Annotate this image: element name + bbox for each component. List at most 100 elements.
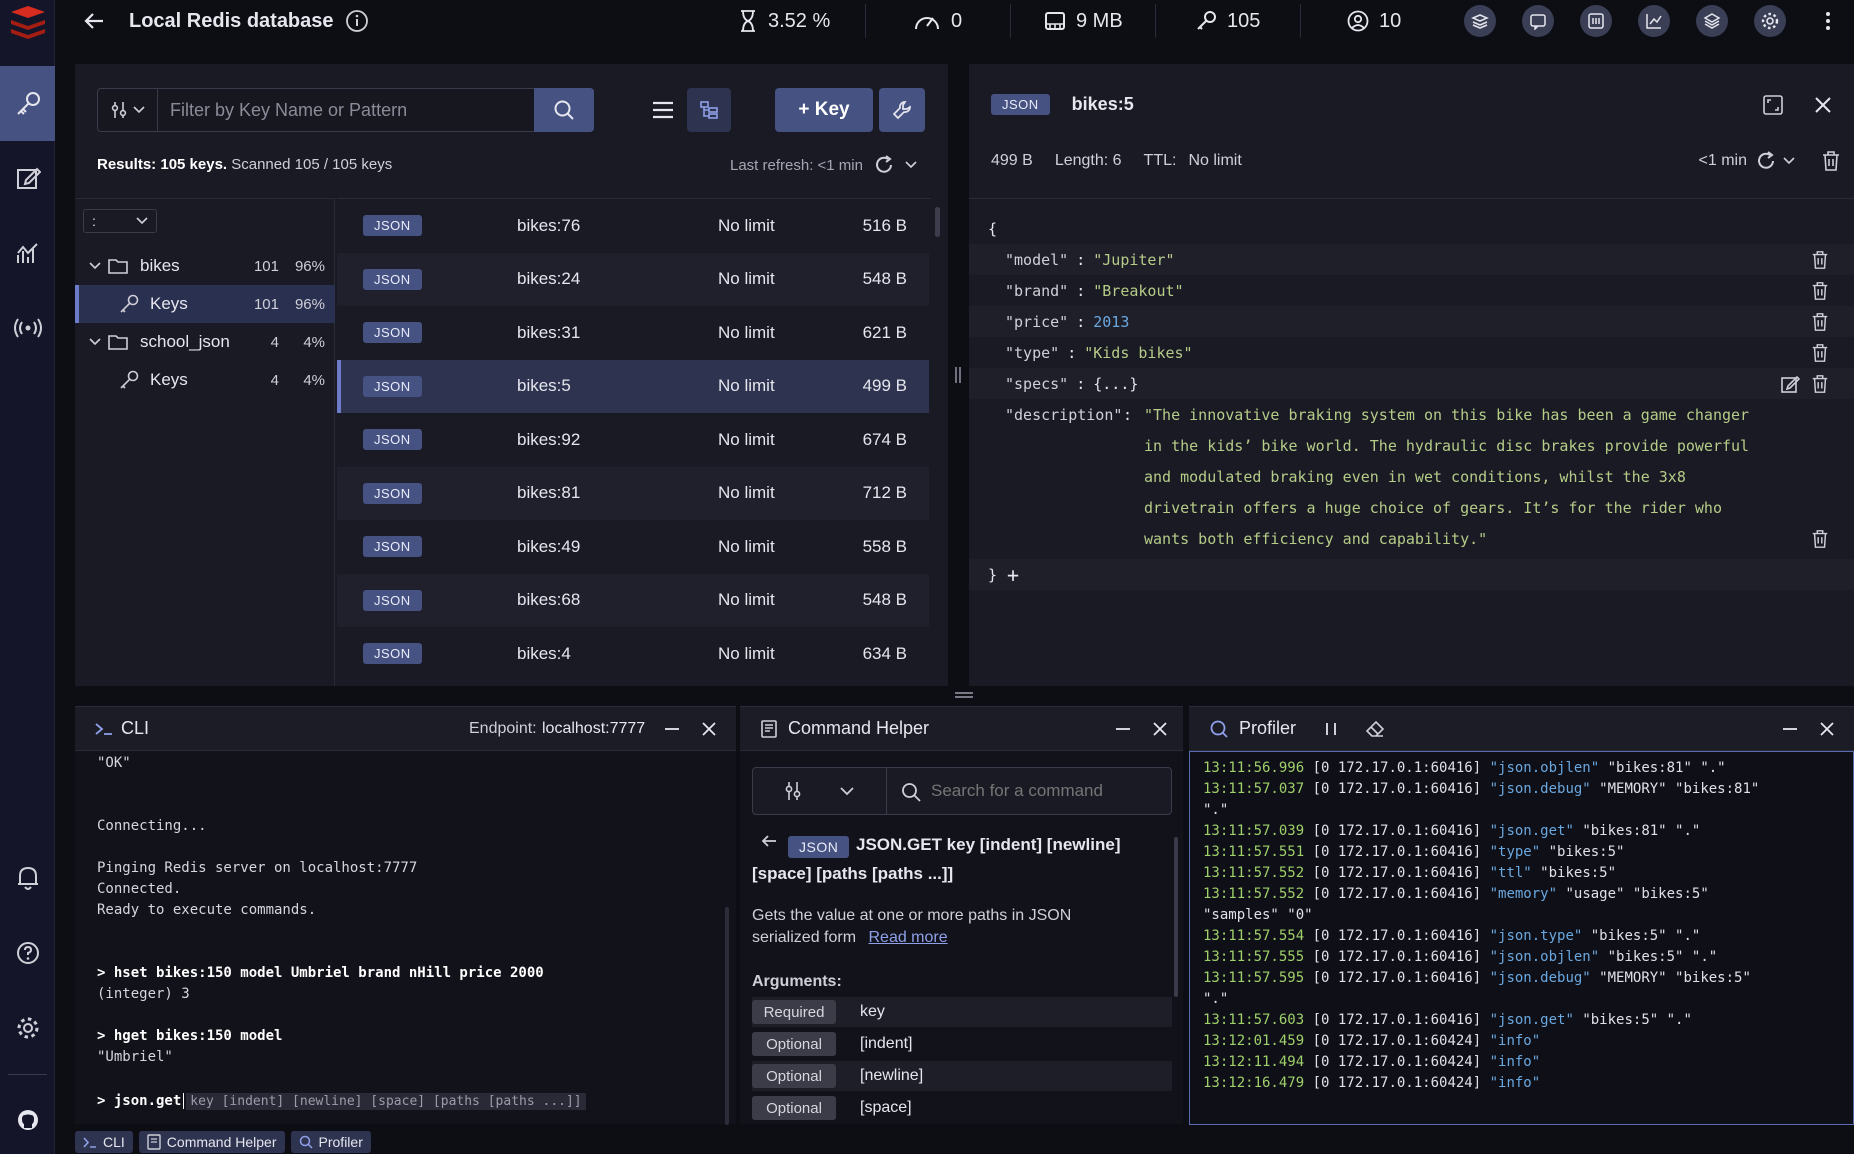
fullscreen-button[interactable] <box>1762 94 1784 116</box>
key-size: 499 B <box>862 376 907 396</box>
key-row[interactable]: JSON bikes:31 No limit 621 B <box>337 306 929 360</box>
nav-browser[interactable] <box>0 66 55 141</box>
nav-help[interactable] <box>0 923 55 983</box>
pause-button[interactable] <box>1325 707 1337 751</box>
vertical-resize-handle[interactable] <box>951 360 965 390</box>
minimize-helper-button[interactable] <box>1116 707 1130 751</box>
nav-analysis[interactable] <box>0 224 55 284</box>
db-info-button[interactable] <box>345 0 369 42</box>
close-cli-button[interactable] <box>702 707 716 751</box>
json-field-brand[interactable]: "brand": "Breakout" <box>969 275 1854 306</box>
tree-folder-bikes[interactable]: bikes 101 96% <box>75 247 335 285</box>
settings-button[interactable] <box>1754 5 1786 37</box>
nav-pubsub[interactable] <box>0 298 55 358</box>
delete-key-button[interactable] <box>1821 150 1841 172</box>
insights-button[interactable] <box>1464 5 1496 37</box>
nav-workbench[interactable] <box>0 148 55 208</box>
refresh-icon[interactable] <box>873 154 895 176</box>
tree-keys-bikes[interactable]: Keys 101 96% <box>75 285 335 323</box>
key-row-selected[interactable]: JSON bikes:5 No limit 499 B <box>337 359 929 413</box>
stack-button[interactable] <box>1696 5 1728 37</box>
cli-input[interactable]: > json.get <box>97 1093 181 1110</box>
trash-icon[interactable] <box>1810 529 1830 549</box>
footer-command-helper-button[interactable]: Command Helper <box>138 1131 285 1153</box>
json-value[interactable]: "Kids bikes" <box>1084 344 1192 362</box>
nav-settings[interactable] <box>0 998 55 1058</box>
key-row[interactable]: JSON bikes:4 No limit 634 B <box>337 627 929 681</box>
trash-icon[interactable] <box>1810 312 1830 332</box>
list-view-button[interactable] <box>641 88 685 132</box>
key-type-badge: JSON <box>363 482 422 504</box>
json-field-type[interactable]: "type": "Kids bikes" <box>969 337 1854 368</box>
footer-cli-button[interactable]: CLI <box>75 1131 133 1153</box>
command-group-filter[interactable] <box>753 768 887 814</box>
close-profiler-button[interactable] <box>1820 707 1834 751</box>
back-to-commands-button[interactable] <box>760 833 778 849</box>
tree-view-button[interactable] <box>687 88 731 132</box>
kebab-icon <box>1825 10 1831 32</box>
add-field-button[interactable]: + <box>1007 563 1019 587</box>
json-field-description[interactable]: "description" : "The innovative braking … <box>969 399 1854 555</box>
filter-input[interactable] <box>170 89 510 131</box>
nav-notifications[interactable] <box>0 848 55 908</box>
json-value[interactable]: "Breakout" <box>1093 282 1183 300</box>
json-value[interactable]: 2013 <box>1093 313 1129 331</box>
key-row[interactable]: JSON bikes:68 No limit 548 B <box>337 573 929 627</box>
edit-icon[interactable] <box>1780 374 1800 394</box>
cli-line: Connecting... <box>97 818 207 834</box>
tree-keys-school-json[interactable]: Keys 4 4% <box>75 361 335 399</box>
close-details-button[interactable] <box>1814 96 1832 114</box>
cli-input-line[interactable]: > json.get key [indent] [newline] [space… <box>97 1093 586 1110</box>
edit-icon <box>15 165 41 191</box>
nav-github[interactable] <box>0 1090 55 1150</box>
key-row[interactable]: JSON bikes:81 No limit 712 B <box>337 466 929 520</box>
key-type-filter[interactable] <box>98 89 158 131</box>
clear-button[interactable] <box>1365 707 1385 751</box>
help-icon <box>16 941 40 965</box>
bulk-actions-button[interactable] <box>879 88 925 132</box>
refresh-icon[interactable] <box>1755 150 1777 172</box>
json-field-model[interactable]: "model": "Jupiter" <box>969 244 1854 275</box>
trash-icon[interactable] <box>1810 281 1830 301</box>
cli-scrollbar[interactable] <box>725 907 729 1125</box>
chevron-down-icon[interactable] <box>905 161 917 169</box>
json-field-price[interactable]: "price":2013 <box>969 306 1854 337</box>
read-more-link[interactable]: Read more <box>868 929 947 946</box>
key-name-title[interactable]: bikes:5 <box>1072 94 1134 115</box>
minimize-cli-button[interactable] <box>665 707 679 751</box>
json-field-specs[interactable]: "specs": {...} <box>969 368 1854 399</box>
chevron-down-icon[interactable] <box>1783 157 1795 165</box>
key-row[interactable]: JSON bikes:76 No limit 516 B <box>337 199 929 253</box>
command-search-input[interactable] <box>931 768 1161 814</box>
more-menu-button[interactable] <box>1825 0 1831 42</box>
cli-output[interactable]: "OK" Connecting... Pinging Redis server … <box>97 751 717 1125</box>
key-list-scrollbar[interactable] <box>935 207 940 237</box>
trash-icon[interactable] <box>1810 250 1830 270</box>
footer-profiler-button[interactable]: Profiler <box>290 1131 371 1153</box>
profiler-output[interactable]: 13:11:56.996 [0 172.17.0.1:60416] "json.… <box>1189 751 1854 1125</box>
minimize-profiler-button[interactable] <box>1783 707 1797 751</box>
add-key-button[interactable]: + Key <box>775 88 873 132</box>
chevron-down-icon <box>89 338 101 346</box>
key-row[interactable]: JSON bikes:24 No limit 548 B <box>337 252 929 306</box>
search-button[interactable] <box>534 88 594 132</box>
trash-icon[interactable] <box>1810 343 1830 363</box>
key-row[interactable]: JSON bikes:49 No limit 558 B <box>337 520 929 574</box>
analytics-button[interactable] <box>1638 5 1670 37</box>
ttl-value[interactable]: No limit <box>1188 152 1241 170</box>
trash-icon[interactable] <box>1810 374 1830 394</box>
tree-folder-school-json[interactable]: school_json 4 4% <box>75 323 335 361</box>
delimiter-select[interactable]: : <box>83 209 157 233</box>
key-row[interactable]: JSON bikes:92 No limit 674 B <box>337 413 929 467</box>
helper-scrollbar[interactable] <box>1174 837 1178 997</box>
book-icon <box>147 1134 161 1150</box>
copilot-button[interactable] <box>1522 5 1554 37</box>
close-helper-button[interactable] <box>1153 707 1167 751</box>
apps-button[interactable] <box>1580 5 1612 37</box>
json-value[interactable]: "Jupiter" <box>1093 251 1174 269</box>
json-collapsed-object[interactable]: {...} <box>1093 375 1138 393</box>
back-button[interactable] <box>83 0 105 42</box>
redis-logo[interactable] <box>0 0 55 44</box>
horizontal-resize-handle[interactable] <box>950 688 978 702</box>
argument-tag: Optional <box>752 1064 836 1088</box>
